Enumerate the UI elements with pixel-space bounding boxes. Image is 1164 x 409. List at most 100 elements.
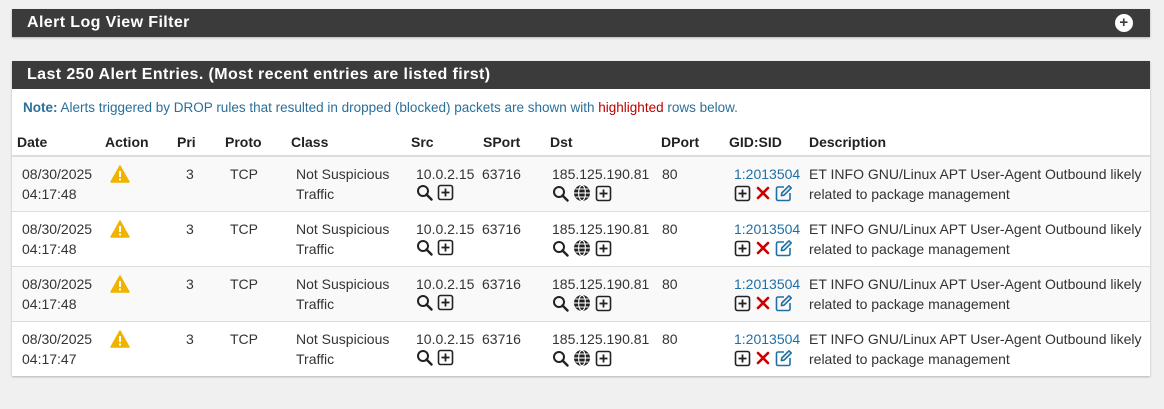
cell-description: ET INFO GNU/Linux APT User-Agent Outboun…	[804, 211, 1150, 267]
cell-src: 10.0.2.15	[406, 321, 478, 376]
add-suppress-icon[interactable]	[734, 240, 751, 257]
add-suppress-icon[interactable]	[437, 184, 454, 201]
search-icon[interactable]	[552, 185, 569, 202]
delete-icon[interactable]	[755, 185, 771, 201]
col-date[interactable]: Date	[12, 128, 100, 157]
globe-icon[interactable]	[573, 184, 591, 202]
add-suppress-icon[interactable]	[595, 185, 612, 202]
col-class[interactable]: Class	[286, 128, 406, 157]
warning-icon	[110, 275, 130, 293]
gidsid-link[interactable]: 1:2013504	[734, 276, 800, 292]
table-row: 08/30/2025 04:17:47 3 TCP Not Suspicious T…	[12, 321, 1150, 376]
col-action[interactable]: Action	[100, 128, 172, 157]
edit-icon[interactable]	[775, 239, 793, 257]
cell-dport: 80	[656, 266, 724, 322]
add-suppress-icon[interactable]	[595, 240, 612, 257]
search-icon[interactable]	[552, 295, 569, 312]
warning-icon	[110, 330, 130, 348]
cell-src: 10.0.2.15	[406, 155, 478, 212]
desc-line1: ET INFO GNU/Linux APT User-Agent Outboun…	[809, 331, 1142, 347]
col-pri[interactable]: Pri	[172, 128, 220, 157]
col-dport[interactable]: DPort	[656, 128, 724, 157]
cell-proto: TCP	[220, 211, 286, 267]
globe-icon[interactable]	[573, 239, 591, 257]
delete-icon[interactable]	[755, 350, 771, 366]
expand-plus-icon[interactable]: +	[1115, 14, 1133, 32]
add-suppress-icon[interactable]	[595, 350, 612, 367]
add-suppress-icon[interactable]	[734, 350, 751, 367]
cell-gidsid: 1:2013504	[724, 266, 804, 322]
note-text-after: rows below.	[663, 100, 738, 115]
cell-proto: TCP	[220, 155, 286, 212]
cell-dst: 185.125.190.81	[545, 266, 656, 322]
cell-dport: 80	[656, 321, 724, 376]
search-icon[interactable]	[416, 349, 433, 366]
cell-dport: 80	[656, 211, 724, 267]
cell-pri: 3	[172, 321, 220, 376]
search-icon[interactable]	[552, 350, 569, 367]
add-suppress-icon[interactable]	[437, 239, 454, 256]
filter-panel-header[interactable]: Alert Log View Filter +	[12, 9, 1150, 37]
cell-proto: TCP	[220, 266, 286, 322]
date-text: 08/30/2025	[22, 166, 93, 182]
cell-date: 08/30/2025 04:17:48	[12, 211, 100, 267]
search-icon[interactable]	[416, 184, 433, 201]
gidsid-link[interactable]: 1:2013504	[734, 221, 800, 237]
alerts-panel-title: Last 250 Alert Entries. (Most recent ent…	[27, 66, 491, 83]
table-row: 08/30/2025 04:17:48 3 TCP Not Suspicious T…	[12, 266, 1150, 322]
dst-ip: 185.125.190.81	[552, 276, 650, 292]
desc-line1: ET INFO GNU/Linux APT User-Agent Outboun…	[809, 276, 1142, 292]
edit-icon[interactable]	[775, 184, 793, 202]
class-line2: Traffic	[296, 241, 335, 257]
alerts-panel: Last 250 Alert Entries. (Most recent ent…	[12, 61, 1150, 376]
dst-ip: 185.125.190.81	[552, 331, 650, 347]
col-sport[interactable]: SPort	[478, 128, 545, 157]
class-line2: Traffic	[296, 186, 335, 202]
desc-line2: related to package management	[809, 351, 1010, 367]
edit-icon[interactable]	[775, 349, 793, 367]
cell-src: 10.0.2.15	[406, 266, 478, 322]
col-dst[interactable]: Dst	[545, 128, 656, 157]
search-icon[interactable]	[416, 294, 433, 311]
col-description[interactable]: Description	[804, 128, 1150, 157]
time-text: 04:17:48	[22, 186, 77, 202]
cell-dst: 185.125.190.81	[545, 211, 656, 267]
globe-icon[interactable]	[573, 294, 591, 312]
search-icon[interactable]	[416, 239, 433, 256]
desc-line1: ET INFO GNU/Linux APT User-Agent Outboun…	[809, 166, 1142, 182]
cell-gidsid: 1:2013504	[724, 155, 804, 212]
cell-description: ET INFO GNU/Linux APT User-Agent Outboun…	[804, 266, 1150, 322]
cell-class: Not Suspicious Traffic	[286, 155, 406, 212]
delete-icon[interactable]	[755, 240, 771, 256]
col-proto[interactable]: Proto	[220, 128, 286, 157]
col-src[interactable]: Src	[406, 128, 478, 157]
gidsid-link[interactable]: 1:2013504	[734, 166, 800, 182]
src-ip: 10.0.2.15	[416, 331, 475, 347]
col-gidsid[interactable]: GID:SID	[724, 128, 804, 157]
class-line1: Not Suspicious	[296, 331, 390, 347]
globe-icon[interactable]	[573, 349, 591, 367]
note-text-before: Alerts triggered by DROP rules that resu…	[57, 100, 599, 115]
time-text: 04:17:47	[22, 351, 77, 367]
date-text: 08/30/2025	[22, 276, 93, 292]
note-text: Note: Alerts triggered by DROP rules tha…	[12, 89, 1150, 120]
add-suppress-icon[interactable]	[734, 185, 751, 202]
warning-icon	[110, 220, 130, 238]
edit-icon[interactable]	[775, 294, 793, 312]
cell-pri: 3	[172, 211, 220, 267]
desc-line2: related to package management	[809, 186, 1010, 202]
note-label: Note:	[23, 100, 58, 115]
src-ip: 10.0.2.15	[416, 276, 475, 292]
search-icon[interactable]	[552, 240, 569, 257]
cell-class: Not Suspicious Traffic	[286, 321, 406, 376]
add-suppress-icon[interactable]	[734, 295, 751, 312]
alerts-table: Date Action Pri Proto Class Src SPort Ds…	[12, 128, 1150, 376]
cell-sport: 63716	[478, 211, 545, 267]
add-suppress-icon[interactable]	[437, 349, 454, 366]
delete-icon[interactable]	[755, 295, 771, 311]
add-suppress-icon[interactable]	[595, 295, 612, 312]
add-suppress-icon[interactable]	[437, 294, 454, 311]
src-ip: 10.0.2.15	[416, 166, 475, 182]
gidsid-link[interactable]: 1:2013504	[734, 331, 800, 347]
cell-gidsid: 1:2013504	[724, 211, 804, 267]
